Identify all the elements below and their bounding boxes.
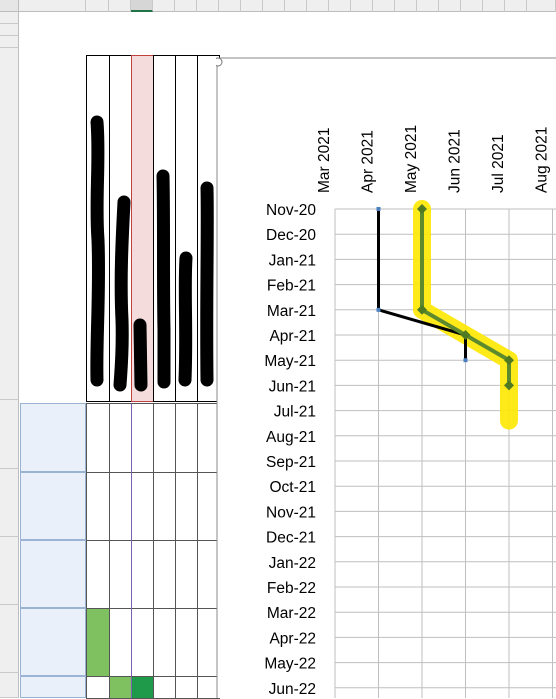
period-cell[interactable]	[20, 472, 86, 540]
y-tick-label: Jan-22	[269, 555, 316, 572]
row-header-6[interactable]	[0, 469, 19, 537]
date-cell[interactable]	[175, 403, 198, 473]
date-cell[interactable]	[153, 676, 176, 699]
date-cell[interactable]	[153, 608, 176, 677]
y-tick-label: Jan-21	[269, 252, 316, 269]
x-tick-label: Mar 2021	[316, 128, 333, 193]
y-tick-label: Apr-22	[269, 630, 316, 647]
date-cell[interactable]	[109, 608, 132, 677]
redaction-stroke	[200, 181, 214, 387]
column-header-m[interactable]	[329, 0, 351, 12]
column-header-o[interactable]	[373, 0, 395, 12]
y-tick-label: Jun-21	[269, 378, 316, 395]
series-marker	[376, 207, 381, 211]
y-tick-label: Dec-21	[266, 530, 316, 547]
date-cell[interactable]	[175, 472, 198, 541]
y-tick-label: Jul-21	[274, 404, 316, 421]
y-tick-label: Oct-21	[269, 479, 316, 496]
date-cell[interactable]	[131, 403, 154, 473]
date-cell[interactable]	[131, 472, 154, 541]
redaction-stroke	[133, 318, 148, 392]
y-tick-label: May-21	[264, 353, 316, 370]
x-tick-label: Jun 2021	[447, 129, 464, 193]
period-cell[interactable]	[20, 540, 86, 608]
period-cell[interactable]	[20, 676, 86, 698]
date-cell[interactable]	[153, 540, 176, 609]
column-header-v[interactable]	[527, 0, 556, 12]
date-cell[interactable]	[109, 403, 132, 473]
y-tick-label: Dec-20	[266, 227, 316, 244]
date-cell[interactable]	[131, 676, 154, 699]
column-header-j[interactable]	[263, 0, 285, 12]
period-cell[interactable]	[20, 608, 86, 676]
column-header-p[interactable]	[395, 0, 417, 12]
redaction-stroke	[156, 169, 171, 389]
y-tick-label: May-22	[264, 656, 316, 673]
x-tick-label: May 2021	[403, 125, 420, 193]
series-marker	[376, 307, 381, 312]
y-tick-label: Nov-20	[266, 202, 316, 219]
y-tick-label: Apr-21	[269, 328, 316, 345]
resize-handle	[216, 57, 223, 67]
redaction-stroke	[178, 251, 193, 387]
date-cell[interactable]	[86, 472, 110, 541]
x-tick-label: Apr 2021	[360, 130, 377, 193]
column-header-q[interactable]	[417, 0, 439, 12]
y-tick-label: Mar-22	[267, 605, 316, 622]
date-cell[interactable]	[153, 403, 176, 473]
x-tick-label: Aug 2021	[534, 127, 551, 193]
date-cell[interactable]	[131, 540, 154, 609]
date-cell[interactable]	[109, 540, 132, 609]
x-tick-label: Jul 2021	[490, 134, 507, 193]
y-tick-label: Nov-21	[266, 504, 316, 521]
y-tick-label: Aug-21	[266, 429, 316, 446]
redaction-marks	[90, 115, 214, 392]
column-header-s[interactable]	[461, 0, 483, 12]
column-header-u[interactable]	[505, 0, 527, 12]
y-tick-label: Jun-22	[269, 681, 316, 698]
date-cell[interactable]	[109, 472, 132, 541]
row-header-9[interactable]	[0, 673, 19, 698]
date-cell[interactable]	[86, 676, 110, 699]
column-header-k[interactable]	[285, 0, 307, 12]
column-header-i[interactable]	[241, 0, 263, 12]
period-cell[interactable]	[20, 403, 86, 472]
timeline-chart[interactable]: Mar 2021 Apr 2021 May 2021 Jun 2021 Jul 2021…	[216, 57, 556, 698]
date-cell[interactable]	[153, 472, 176, 541]
date-cell[interactable]	[175, 676, 198, 699]
row-header-8[interactable]	[0, 605, 19, 673]
column-header-n[interactable]	[351, 0, 373, 12]
date-cell[interactable]	[175, 540, 198, 609]
date-cell[interactable]	[175, 608, 198, 677]
y-tick-label: Feb-22	[267, 580, 316, 597]
date-cell[interactable]	[86, 608, 110, 677]
row-header-7[interactable]	[0, 537, 19, 605]
y-tick-label: Mar-21	[267, 303, 316, 320]
y-tick-label: Sep-21	[266, 454, 316, 471]
redaction-stroke	[90, 115, 106, 387]
date-cell[interactable]	[86, 540, 110, 609]
y-tick-label: Feb-21	[267, 278, 316, 295]
redaction-stroke	[113, 195, 131, 392]
column-header-t[interactable]	[483, 0, 505, 12]
row-header-5[interactable]	[0, 400, 19, 469]
column-header-h[interactable]	[219, 0, 241, 12]
date-cell[interactable]	[86, 403, 110, 473]
column-header-r[interactable]	[439, 0, 461, 12]
date-cell[interactable]	[131, 608, 154, 677]
date-cell[interactable]	[109, 676, 132, 699]
series-marker	[463, 358, 468, 363]
column-header-l[interactable]	[307, 0, 329, 12]
